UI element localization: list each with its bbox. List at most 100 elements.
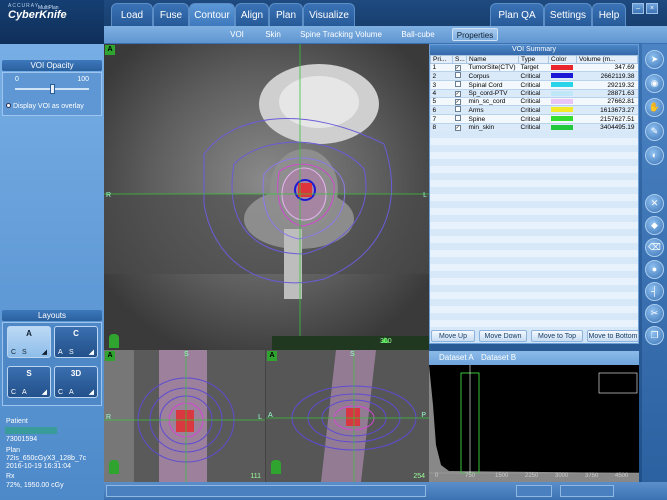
voi-color-swatch[interactable] <box>548 89 577 98</box>
color-swatch[interactable] <box>550 116 573 122</box>
checkbox-icon[interactable] <box>454 81 461 87</box>
display-overlay-option[interactable]: Display VOI as overlay <box>6 103 84 110</box>
view-badge[interactable]: A <box>267 351 277 361</box>
arrow-cursor-icon[interactable]: ➤ <box>645 50 664 69</box>
patient-figure-icon <box>109 460 119 474</box>
tab-visualize[interactable]: Visualize <box>303 3 355 26</box>
voi-color-swatch[interactable] <box>548 63 577 72</box>
cut-icon[interactable]: ✂ <box>645 304 664 323</box>
color-swatch[interactable] <box>550 107 573 113</box>
voi-row[interactable]: 7 Spine Critical 2157627.51 <box>430 114 638 124</box>
checkbox-icon[interactable] <box>454 106 461 112</box>
color-swatch[interactable] <box>550 82 573 88</box>
col-priority[interactable]: Pri... <box>430 55 453 64</box>
minimize-button[interactable]: – <box>632 3 644 14</box>
layout-sub-a: A <box>58 349 63 356</box>
layouts-title: Layouts <box>2 310 102 321</box>
window-level-icon[interactable]: ◐ <box>645 146 664 165</box>
histogram-view[interactable]: 0 750 1500 2250 3000 3750 4500 <box>429 365 639 482</box>
opacity-slider-thumb[interactable] <box>50 84 55 94</box>
move-down-button[interactable]: Move Down <box>479 330 527 342</box>
tab-plan[interactable]: Plan <box>269 3 303 26</box>
subtab-ball-cube[interactable]: Ball-cube <box>398 28 438 41</box>
voi-color-swatch[interactable] <box>548 114 577 124</box>
fill-contour-icon[interactable]: ◆ <box>645 216 664 235</box>
layout-sagittal-button[interactable]: S C A ◢ <box>7 366 51 398</box>
voi-volume: 347.69 <box>576 63 638 72</box>
checkbox-icon[interactable]: ✓ <box>454 99 461 105</box>
main-tab-bar: Load Fuse Contour Align Plan Visualize P… <box>104 0 667 26</box>
voi-show-checkbox[interactable] <box>452 71 467 81</box>
tab-fuse[interactable]: Fuse <box>153 3 189 26</box>
overlay-radio-icon[interactable] <box>6 103 11 108</box>
col-volume[interactable]: Volume (m... <box>576 55 638 64</box>
checkbox-icon[interactable] <box>454 115 461 121</box>
tab-help[interactable]: Help <box>592 3 626 26</box>
checkbox-icon[interactable]: ✓ <box>454 65 461 71</box>
col-show[interactable]: S... <box>452 55 467 64</box>
orientation-right: R <box>106 192 112 199</box>
tab-settings[interactable]: Settings <box>544 3 592 26</box>
copy-contour-icon[interactable]: ❐ <box>645 326 664 345</box>
select-cursor-icon[interactable]: ◉ <box>645 74 664 93</box>
coronal-viewport[interactable]: A S A P 254 <box>266 350 429 482</box>
tab-align[interactable]: Align <box>235 3 269 26</box>
color-swatch[interactable] <box>550 124 573 130</box>
voi-type: Critical <box>518 71 549 81</box>
pencil-draw-icon[interactable]: ✎ <box>645 122 664 141</box>
voi-color-swatch[interactable] <box>548 97 577 106</box>
voi-show-checkbox[interactable]: ✓ <box>452 63 467 72</box>
color-swatch[interactable] <box>550 98 573 104</box>
ruler-icon[interactable]: ┤ <box>645 282 664 301</box>
voi-row[interactable]: 3 Spinal Cord Critical 29219.32 <box>430 80 638 90</box>
subtab-spine-tracking-volume[interactable]: Spine Tracking Volume <box>296 28 386 41</box>
voi-show-checkbox[interactable] <box>452 105 467 115</box>
voi-color-swatch[interactable] <box>548 105 577 115</box>
tab-dataset-b[interactable]: Dataset B <box>481 353 516 362</box>
voi-show-checkbox[interactable]: ✓ <box>452 97 467 106</box>
color-swatch[interactable] <box>550 64 573 70</box>
close-contour-icon[interactable]: ✕ <box>645 194 664 213</box>
voi-row[interactable]: 4 ✓ Sp_cord-PTV Critical 28871.63 <box>430 89 638 98</box>
tab-dataset-a[interactable]: Dataset A <box>439 353 474 362</box>
move-to-bottom-button[interactable]: Move to Bottom <box>587 330 639 342</box>
subtab-properties[interactable]: Properties <box>452 28 498 41</box>
axial-viewport[interactable]: A R L 300 <box>104 44 429 350</box>
tab-contour[interactable]: Contour <box>189 3 235 26</box>
voi-volume: 2662119.38 <box>576 71 638 81</box>
move-to-top-button[interactable]: Move to Top <box>531 330 583 342</box>
voi-show-checkbox[interactable] <box>452 114 467 124</box>
color-swatch[interactable] <box>550 73 573 79</box>
voi-show-checkbox[interactable] <box>452 80 467 90</box>
view-badge[interactable]: A <box>105 351 115 361</box>
subtab-voi[interactable]: VOI <box>224 28 250 41</box>
voi-row[interactable]: 1 ✓ TumorSite(CTV) Target 347.69 <box>430 63 638 72</box>
close-button[interactable]: × <box>646 3 658 14</box>
voi-color-swatch[interactable] <box>548 80 577 90</box>
color-swatch[interactable] <box>550 90 573 96</box>
col-type[interactable]: Type <box>518 55 549 64</box>
brush-icon[interactable]: ● <box>645 260 664 279</box>
subtab-skin[interactable]: Skin <box>260 28 286 41</box>
hand-pan-icon[interactable]: ✋ <box>645 98 664 117</box>
tab-load[interactable]: Load <box>111 3 153 26</box>
erase-contour-icon[interactable]: ⌫ <box>645 238 664 257</box>
voi-row[interactable]: 6 Arms Critical 1613673.27 <box>430 105 638 115</box>
voi-priority: 1 <box>430 63 453 72</box>
tab-plan-qa[interactable]: Plan QA <box>490 3 544 26</box>
view-badge[interactable]: A <box>105 45 115 55</box>
checkbox-icon[interactable] <box>454 72 461 78</box>
logo-module: MultiPlan <box>38 5 59 11</box>
layout-axial-button[interactable]: A C S ◢ <box>7 326 51 358</box>
sagittal-viewport[interactable]: A S R L 111 <box>104 350 266 482</box>
move-up-button[interactable]: Move Up <box>431 330 475 342</box>
voi-show-checkbox[interactable]: ✓ <box>452 89 467 98</box>
layout-3d-button[interactable]: 3D C A ◢ <box>54 366 98 398</box>
col-name[interactable]: Name <box>466 55 519 64</box>
checkbox-icon[interactable]: ✓ <box>454 91 461 97</box>
layout-coronal-button[interactable]: C A S ◢ <box>54 326 98 358</box>
voi-row[interactable]: 5 ✓ min_sc_cord Critical 27662.81 <box>430 97 638 106</box>
col-color[interactable]: Color <box>548 55 577 64</box>
voi-row[interactable]: 2 Corpus Critical 2662119.38 <box>430 71 638 81</box>
voi-color-swatch[interactable] <box>548 71 577 81</box>
